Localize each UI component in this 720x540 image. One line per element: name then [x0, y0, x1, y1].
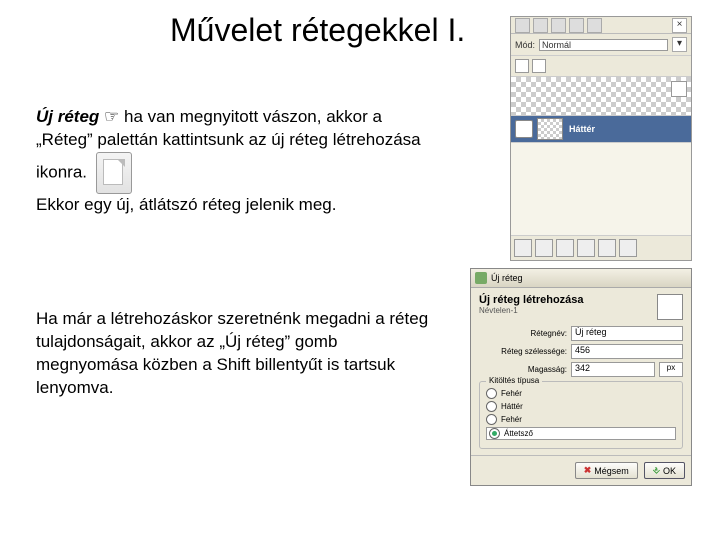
raise-layer-button[interactable] — [535, 239, 553, 257]
dialog-titlebar: Új réteg — [471, 269, 691, 288]
layer-width-label: Réteg szélessége: — [479, 347, 567, 356]
radio-label: Fehér — [501, 389, 522, 398]
new-layer-icon — [96, 152, 132, 194]
preview-chip — [671, 81, 687, 97]
app-icon — [475, 272, 487, 284]
visibility-eye-icon[interactable] — [515, 120, 533, 138]
lower-layer-button[interactable] — [556, 239, 574, 257]
lock-pixels-toggle[interactable] — [515, 59, 529, 73]
new-layer-button[interactable] — [514, 239, 532, 257]
layer-name-label: Rétegnév: — [479, 329, 567, 338]
toolbar-icon[interactable] — [551, 18, 566, 33]
layer-width-input[interactable]: 456 — [571, 344, 683, 359]
palette-titlebar: × — [511, 17, 691, 34]
radio-transparent[interactable]: Áttetsző — [486, 427, 676, 440]
toolbar-icon[interactable] — [569, 18, 584, 33]
ok-label: OK — [663, 466, 676, 476]
layers-palette: × Mód: Normál ▾ Háttér — [510, 16, 692, 261]
close-icon[interactable]: × — [672, 18, 687, 33]
dialog-heading: Új réteg létrehozása — [479, 294, 651, 306]
toolbar-icon[interactable] — [533, 18, 548, 33]
lock-alpha-toggle[interactable] — [532, 59, 546, 73]
dialog-subtitle: Névtelen-1 — [479, 306, 651, 315]
dialog-header: Új réteg létrehozása Névtelen-1 — [479, 294, 683, 320]
blend-mode-row: Mód: Normál ▾ — [511, 34, 691, 56]
toolbar-icon[interactable] — [587, 18, 602, 33]
paragraph-1: Új réteg ☞ ha van megnyitott vászon, akk… — [36, 106, 436, 217]
new-layer-dialog: Új réteg Új réteg létrehozása Névtelen-1… — [470, 268, 692, 486]
unit-select[interactable]: px — [659, 362, 683, 377]
radio-background[interactable]: Háttér — [486, 401, 676, 412]
color-swatch[interactable] — [657, 294, 683, 320]
dialog-title-text: Új réteg — [491, 273, 523, 283]
lead-term: Új réteg — [36, 107, 99, 126]
dialog-footer: ✖Mégsem ⎀OK — [471, 455, 691, 485]
para1-line2: Ekkor egy új, átlátszó réteg jelenik meg… — [36, 195, 336, 214]
cancel-button[interactable]: ✖Mégsem — [575, 462, 638, 479]
anchor-layer-button[interactable] — [598, 239, 616, 257]
fill-type-group: Kitöltés típusa Fehér Háttér Fehér Áttet… — [479, 381, 683, 449]
pointer-glyph: ☞ — [99, 107, 124, 126]
duplicate-layer-button[interactable] — [577, 239, 595, 257]
paragraph-2: Ha már a létrehozáskor szeretnénk megadn… — [36, 308, 436, 400]
radio-label: Áttetsző — [504, 429, 533, 438]
layer-height-input[interactable]: 342 — [571, 362, 655, 377]
layers-empty-area — [511, 143, 691, 236]
layer-name-input[interactable]: Új réteg — [571, 326, 683, 341]
palette-footer — [511, 236, 691, 260]
mode-select[interactable]: Normál — [539, 39, 668, 51]
layer-thumbnail — [537, 118, 563, 140]
layer-height-label: Magasság: — [479, 365, 567, 374]
radio-label: Háttér — [501, 402, 523, 411]
group-legend: Kitöltés típusa — [486, 376, 542, 385]
mode-label: Mód: — [515, 40, 535, 50]
cancel-label: Mégsem — [594, 466, 629, 476]
radio-label: Fehér — [501, 415, 522, 424]
layer-row[interactable]: Háttér — [511, 116, 691, 143]
chevron-down-icon[interactable]: ▾ — [672, 37, 687, 52]
layer-name: Háttér — [569, 124, 595, 134]
slide-title: Művelet rétegekkel I. — [170, 12, 465, 49]
cancel-x-icon: ✖ — [584, 465, 592, 476]
radio-foreground[interactable]: Fehér — [486, 388, 676, 399]
ok-check-icon: ⎀ — [653, 465, 660, 476]
delete-layer-button[interactable] — [619, 239, 637, 257]
toolbar-icon[interactable] — [515, 18, 530, 33]
radio-white[interactable]: Fehér — [486, 414, 676, 425]
canvas-preview — [511, 77, 691, 116]
lock-row — [511, 56, 691, 77]
ok-button[interactable]: ⎀OK — [644, 462, 685, 479]
